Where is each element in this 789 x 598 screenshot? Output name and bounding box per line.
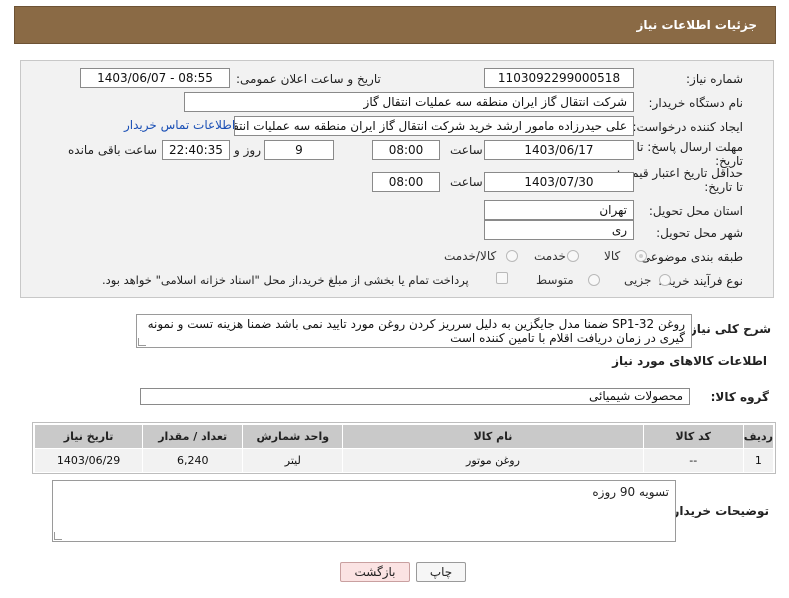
goods-group-label: گروه کالا: bbox=[710, 390, 769, 404]
print-button[interactable]: چاپ bbox=[416, 562, 466, 582]
col-name: نام کالا bbox=[342, 424, 644, 449]
city-label: شهر محل تحویل: bbox=[656, 226, 743, 240]
announce-label: تاریخ و ساعت اعلان عمومی: bbox=[236, 72, 381, 86]
province-label: استان محل تحویل: bbox=[648, 204, 743, 218]
process-option-medium: متوسط bbox=[536, 273, 574, 287]
buyer-contact-link[interactable]: اطلاعات تماس خریدار bbox=[124, 118, 235, 132]
validity-date-field[interactable]: 1403/07/30 bbox=[484, 172, 634, 192]
description-textarea[interactable]: روغن SP1-32 ضمنا مدل جایگزین به دلیل سرر… bbox=[136, 314, 692, 348]
buyer-org-field[interactable]: شرکت انتقال گاز ایران منطقه سه عملیات ان… bbox=[184, 92, 634, 112]
validity-time-label: ساعت bbox=[450, 175, 483, 189]
category-option-goods-service: کالا/خدمت bbox=[444, 249, 497, 263]
process-radio-medium[interactable] bbox=[588, 274, 600, 286]
description-label: شرح کلی نیاز: bbox=[685, 322, 771, 336]
category-label: طبقه بندی موضوعی: bbox=[636, 250, 743, 264]
buyer-notes-textarea[interactable]: تسویه 90 روزه bbox=[52, 480, 676, 542]
process-radio-minor[interactable] bbox=[659, 274, 671, 286]
description-text: روغن SP1-32 ضمنا مدل جایگزین به دلیل سرر… bbox=[147, 317, 685, 345]
goods-group-field[interactable]: محصولات شیمیائی bbox=[140, 388, 690, 405]
resize-grip-icon[interactable] bbox=[138, 338, 146, 346]
buyer-notes-text: تسویه 90 روزه bbox=[592, 485, 669, 499]
days-label: روز و bbox=[234, 143, 261, 157]
city-field[interactable]: ری bbox=[484, 220, 634, 240]
cell-row: 1 bbox=[742, 448, 775, 473]
cell-unit: لیتر bbox=[242, 448, 344, 473]
treasury-checkbox[interactable] bbox=[496, 272, 508, 284]
items-section-title: اطلاعات کالاهای مورد نیاز bbox=[612, 354, 767, 368]
cell-date: 1403/06/29 bbox=[33, 448, 144, 473]
resize-grip-icon[interactable] bbox=[54, 532, 62, 540]
category-radio-goods[interactable] bbox=[635, 250, 647, 262]
back-button[interactable]: بازگشت bbox=[340, 562, 410, 582]
col-qty: تعداد / مقدار bbox=[142, 424, 244, 449]
col-unit: واحد شمارش bbox=[242, 424, 344, 449]
remaining-label: ساعت باقی مانده bbox=[68, 143, 158, 157]
deadline-time-field[interactable]: 08:00 bbox=[372, 140, 440, 160]
need-number-field[interactable]: 1103092299000518 bbox=[484, 68, 634, 88]
page-title: جزئیات اطلاعات نیاز bbox=[14, 6, 776, 44]
cell-qty: 6,240 bbox=[142, 448, 244, 473]
deadline-label: مهلت ارسال پاسخ: تا تاریخ: bbox=[636, 140, 743, 168]
items-table: ردیف کد کالا نام کالا واحد شمارش تعداد /… bbox=[33, 424, 775, 473]
validity-time-field[interactable]: 08:00 bbox=[372, 172, 440, 192]
col-code: کد کالا bbox=[642, 424, 744, 449]
buyer-notes-label: توضیحات خریدار: bbox=[667, 504, 769, 518]
announce-field[interactable]: 1403/06/07 - 08:55 bbox=[80, 68, 230, 88]
col-date: تاریخ نیاز bbox=[33, 424, 144, 449]
deadline-date-field[interactable]: 1403/06/17 bbox=[484, 140, 634, 160]
category-radio-service[interactable] bbox=[567, 250, 579, 262]
category-option-goods: کالا bbox=[604, 249, 621, 263]
cell-code: -- bbox=[642, 448, 744, 473]
col-row: ردیف bbox=[742, 424, 775, 449]
deadline-time-label: ساعت bbox=[450, 143, 483, 157]
category-radio-goods-service[interactable] bbox=[506, 250, 518, 262]
buyer-org-label: نام دستگاه خریدار: bbox=[648, 96, 744, 110]
province-field[interactable]: تهران bbox=[484, 200, 634, 220]
payment-note: پرداخت تمام یا بخشی از مبلغ خرید،از محل … bbox=[102, 273, 469, 287]
table-row[interactable]: 1 -- روغن موتور لیتر 6,240 1403/06/29 bbox=[33, 448, 775, 473]
requester-field[interactable]: علی حیدرزاده مامور ارشد خرید شرکت انتقال… bbox=[234, 116, 634, 136]
requester-label: ایجاد کننده درخواست: bbox=[632, 120, 743, 134]
days-field[interactable]: 9 bbox=[264, 140, 334, 160]
process-option-minor: جزیی bbox=[624, 273, 652, 287]
table-header-row: ردیف کد کالا نام کالا واحد شمارش تعداد /… bbox=[33, 424, 775, 449]
cell-name: روغن موتور bbox=[342, 448, 644, 473]
category-option-service: خدمت bbox=[534, 249, 566, 263]
need-number-label: شماره نیاز: bbox=[686, 72, 743, 86]
remaining-time-field[interactable]: 22:40:35 bbox=[162, 140, 230, 160]
